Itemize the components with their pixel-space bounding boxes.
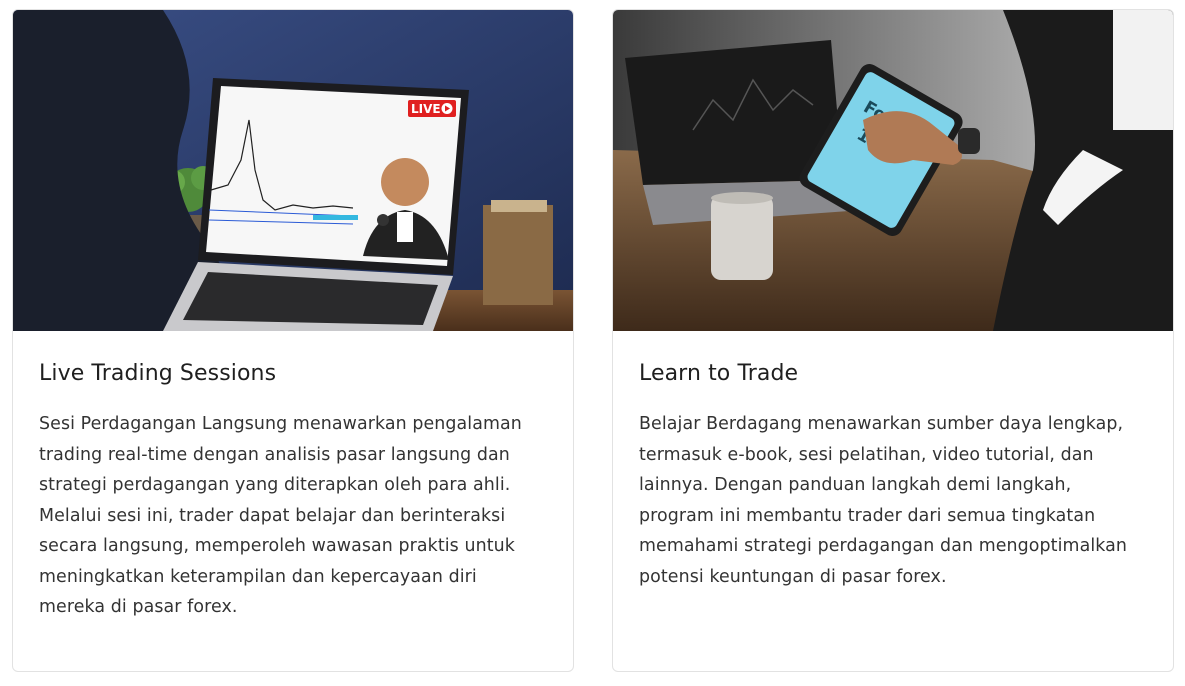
card-title: Live Trading Sessions (39, 361, 277, 386)
card-learn-to-trade[interactable]: Forex 101 Learn to Trade Belajar Berdaga… (612, 9, 1174, 672)
live-trading-photo: LIVE (13, 10, 573, 331)
card-description: Belajar Berdagang menawarkan sumber daya… (639, 414, 1128, 587)
card-description: Sesi Perdagangan Langsung menawarkan pen… (39, 414, 522, 617)
live-badge-label: LIVE (411, 102, 441, 116)
card-live-trading[interactable]: LIVE Live Trading Sessions Sesi Perdagan… (12, 9, 574, 672)
live-badge: LIVE (408, 100, 456, 117)
learn-trade-photo: Forex 101 (613, 10, 1173, 331)
card-title: Learn to Trade (639, 361, 799, 386)
